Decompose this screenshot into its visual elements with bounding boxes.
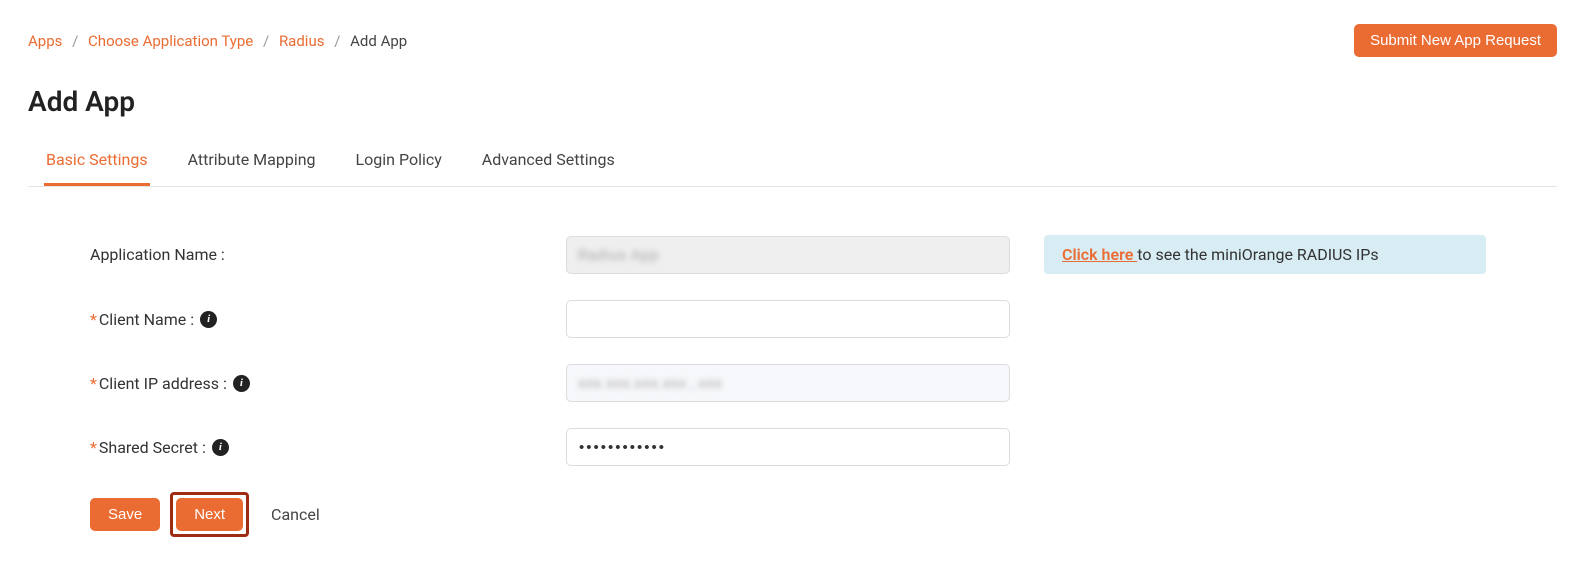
required-marker: * [90,310,97,329]
client-name-label-text: Client Name : [99,310,194,329]
form-actions: Save Next Cancel [90,492,1557,537]
client-name-input[interactable] [566,300,1010,338]
save-button[interactable]: Save [90,498,160,531]
required-marker: * [90,438,97,457]
breadcrumb: Apps / Choose Application Type / Radius … [28,32,407,50]
next-highlight: Next [170,492,249,537]
breadcrumb-sep: / [72,32,78,50]
info-icon[interactable]: i [233,375,250,392]
info-icon[interactable]: i [200,311,217,328]
breadcrumb-sep: / [334,32,340,50]
shared-secret-label-text: Shared Secret : [99,438,206,457]
shared-secret-label: *Shared Secret : i [90,438,566,457]
client-name-label: *Client Name : i [90,310,566,329]
client-ip-input[interactable] [566,364,1010,402]
breadcrumb-current: Add App [350,32,407,50]
required-marker: * [90,374,97,393]
breadcrumb-choose-type[interactable]: Choose Application Type [88,32,253,50]
info-icon[interactable]: i [212,439,229,456]
tabs: Basic Settings Attribute Mapping Login P… [28,138,1557,186]
submit-new-app-button[interactable]: Submit New App Request [1354,24,1557,57]
breadcrumb-sep: / [263,32,269,50]
tab-attribute-mapping[interactable]: Attribute Mapping [186,138,318,186]
breadcrumb-apps[interactable]: Apps [28,32,62,50]
note-text: to see the miniOrange RADIUS IPs [1137,245,1378,264]
radius-ip-note: Click here to see the miniOrange RADIUS … [1044,235,1486,274]
tab-advanced-settings[interactable]: Advanced Settings [480,138,617,186]
page-title: Add App [0,67,1585,138]
client-ip-label: *Client IP address : i [90,374,566,393]
click-here-link[interactable]: Click here [1062,245,1137,264]
client-ip-label-text: Client IP address : [99,374,227,393]
breadcrumb-radius[interactable]: Radius [279,32,325,50]
shared-secret-input[interactable] [566,428,1010,466]
cancel-link[interactable]: Cancel [271,505,320,524]
tab-login-policy[interactable]: Login Policy [354,138,444,186]
next-button[interactable]: Next [176,498,243,531]
application-name-label: Application Name : [90,245,566,264]
application-name-input[interactable] [566,236,1010,274]
tab-basic-settings[interactable]: Basic Settings [44,138,150,186]
